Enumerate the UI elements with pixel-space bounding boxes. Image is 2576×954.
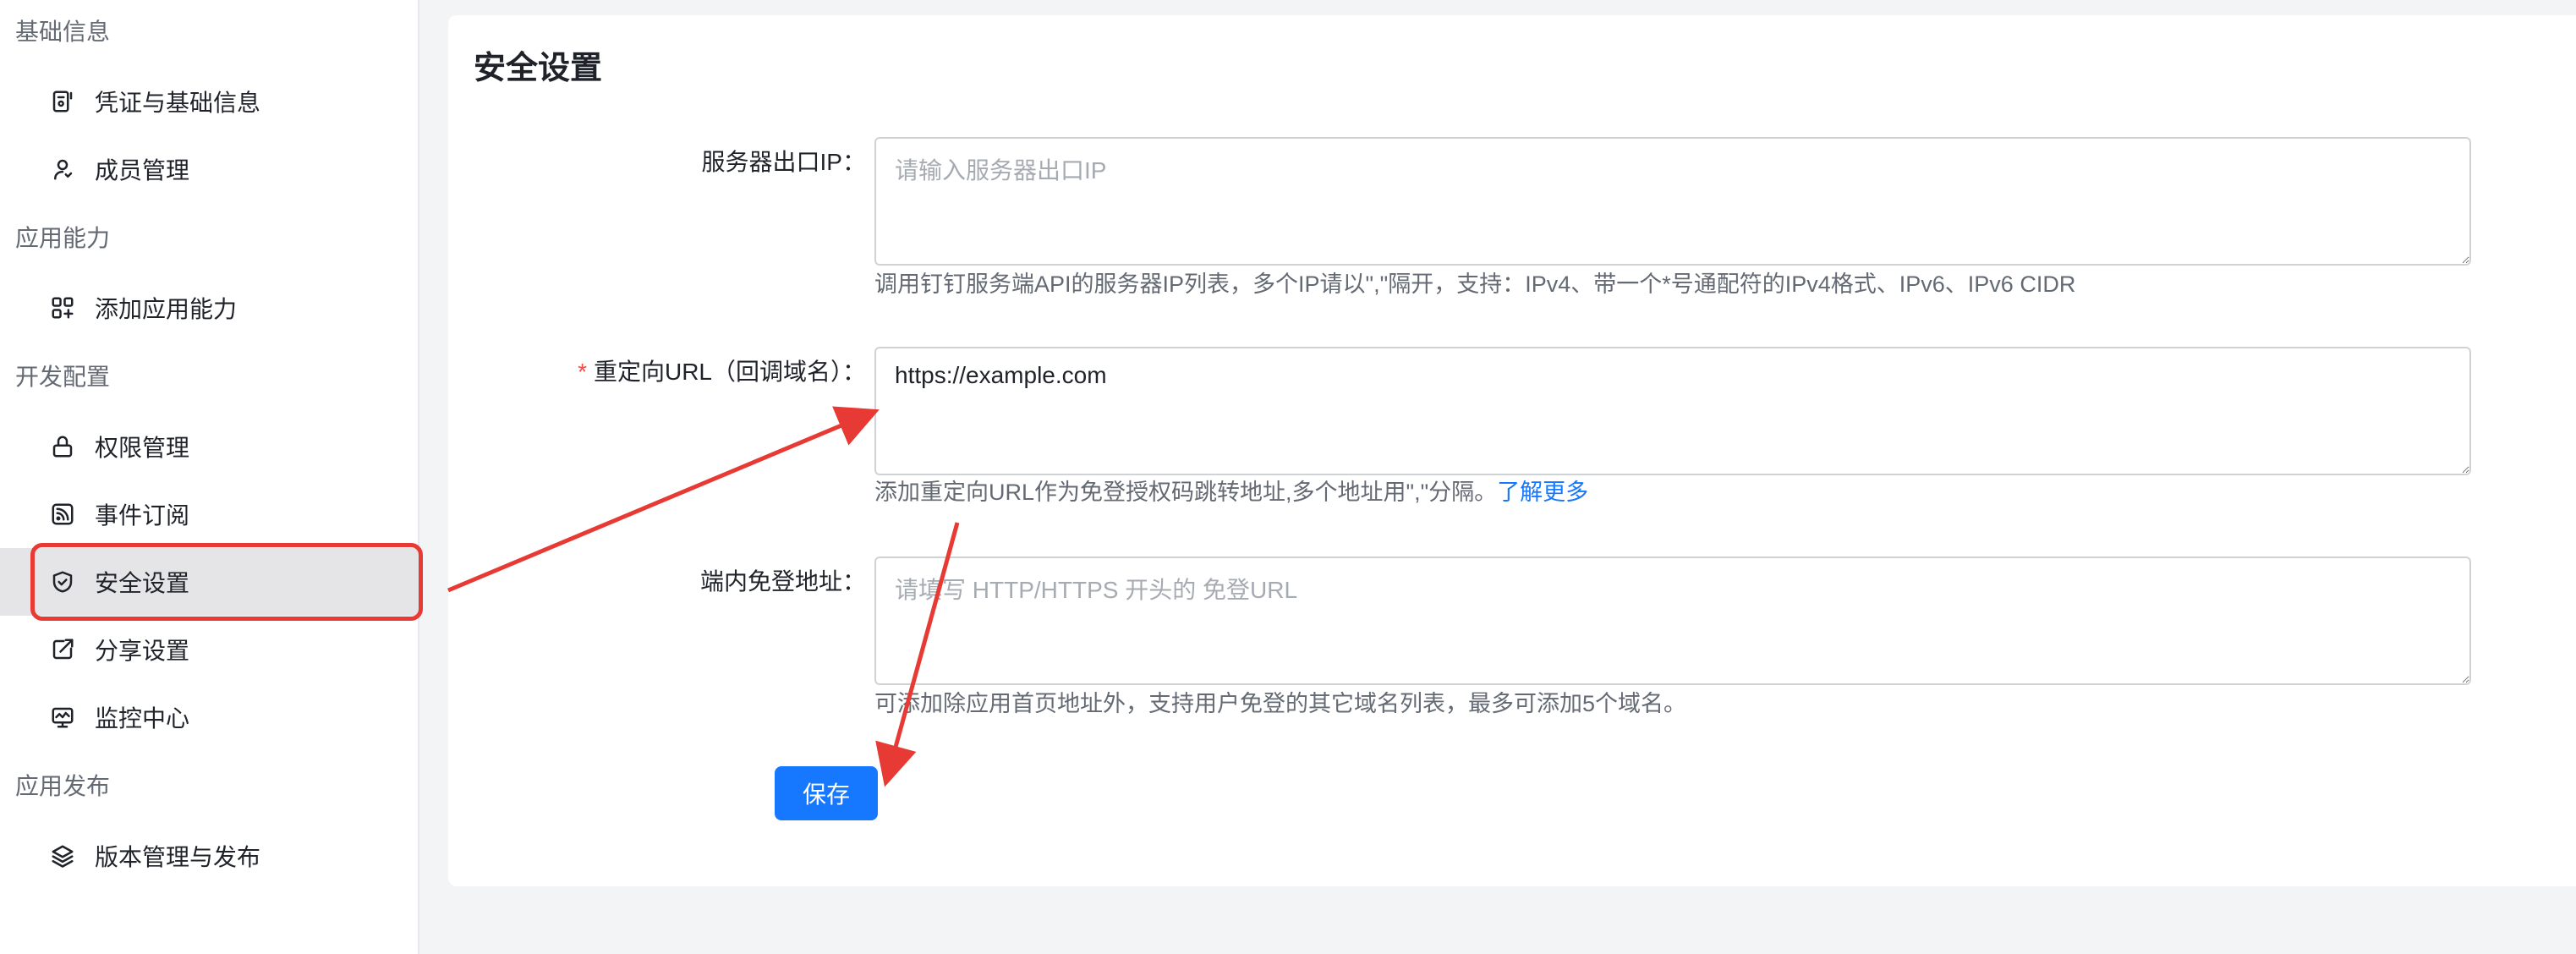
sidebar-item-label: 版本管理与发布: [95, 844, 261, 870]
sidebar-item-label: 安全设置: [95, 570, 190, 596]
monitor-icon: [49, 704, 76, 731]
apps-add-icon: [49, 294, 76, 321]
lock-icon: [49, 433, 76, 460]
redirect-url-label: * 重定向URL（回调域名）：: [578, 359, 866, 385]
redirect-url-input[interactable]: [874, 347, 2471, 475]
sidebar-group-publish: 应用发布: [15, 773, 111, 799]
sidebar-item-monitoring[interactable]: 监控中心: [0, 683, 419, 751]
sidebar-item-credentials[interactable]: 凭证与基础信息: [0, 68, 419, 135]
sidebar-item-label: 成员管理: [95, 157, 190, 184]
sidebar-item-version-release[interactable]: 版本管理与发布: [0, 822, 419, 890]
credential-icon: [49, 88, 76, 115]
sidebar-item-security[interactable]: 安全设置: [0, 548, 419, 616]
sidebar-item-permissions[interactable]: 权限管理: [0, 413, 419, 480]
sidebar: 基础信息 凭证与基础信息 成员管理 应用能力 添加应用能力 开发配置 权限管理 …: [0, 0, 423, 954]
sidebar-item-members[interactable]: 成员管理: [0, 135, 419, 203]
sidebar-item-label: 事件订阅: [95, 502, 190, 529]
sidebar-item-label: 分享设置: [95, 638, 190, 664]
server-ip-help: 调用钉钉服务端API的服务器IP列表，多个IP请以","隔开，支持：IPv4、带…: [874, 271, 2076, 297]
sidebar-item-label: 权限管理: [95, 435, 190, 461]
required-mark: *: [578, 359, 587, 385]
inner-login-label: 端内免登地址：: [699, 568, 866, 595]
sidebar-group-app-capability: 应用能力: [15, 225, 111, 251]
server-ip-label: 服务器出口IP：: [701, 149, 866, 175]
sidebar-group-basic-info: 基础信息: [15, 19, 111, 45]
sidebar-item-add-capability[interactable]: 添加应用能力: [0, 274, 419, 342]
page-title: 安全设置: [474, 51, 603, 86]
save-button[interactable]: 保存: [775, 766, 878, 820]
server-ip-input[interactable]: [874, 137, 2471, 266]
rss-icon: [49, 501, 76, 528]
external-link-icon: [49, 636, 76, 663]
sidebar-group-dev-config: 开发配置: [15, 364, 111, 390]
layers-icon: [49, 842, 76, 869]
redirect-url-help: 添加重定向URL作为免登授权码跳转地址,多个地址用","分隔。了解更多: [874, 480, 1589, 505]
sidebar-item-label: 凭证与基础信息: [95, 90, 261, 116]
sidebar-item-event-subscription[interactable]: 事件订阅: [0, 480, 419, 548]
user-icon: [49, 156, 76, 183]
learn-more-link[interactable]: 了解更多: [1497, 480, 1588, 505]
shield-check-icon: [49, 568, 76, 595]
sidebar-item-label: 添加应用能力: [95, 296, 238, 322]
sidebar-item-share-settings[interactable]: 分享设置: [0, 616, 419, 683]
sidebar-item-label: 监控中心: [95, 705, 190, 732]
main-card: 安全设置 服务器出口IP： 调用钉钉服务端API的服务器IP列表，多个IP请以"…: [448, 15, 2576, 886]
inner-login-url-input[interactable]: [874, 556, 2471, 685]
inner-login-help: 可添加除应用首页地址外，支持用户免登的其它域名列表，最多可添加5个域名。: [874, 691, 1687, 716]
